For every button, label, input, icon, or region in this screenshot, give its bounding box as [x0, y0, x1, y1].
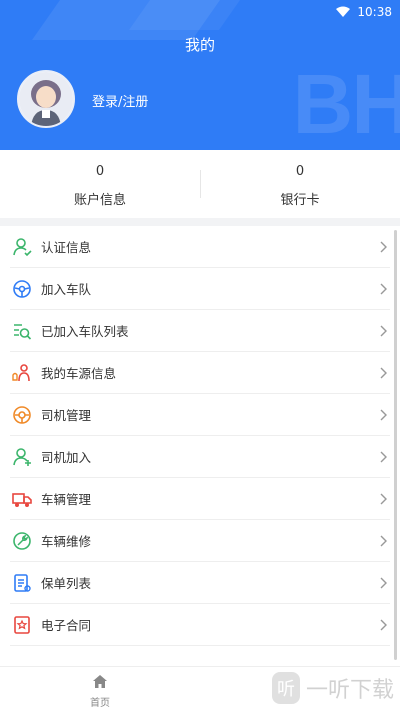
chevron-right-icon	[380, 451, 387, 463]
wifi-icon	[336, 6, 351, 17]
status-time: 10:38	[357, 5, 392, 19]
menu-item-vehicle-repair[interactable]: 车辆维修	[10, 520, 390, 562]
menu-item-driver-join[interactable]: 司机加入	[10, 436, 390, 478]
chevron-right-icon	[380, 619, 387, 631]
menu-item-vehicle-management[interactable]: 车辆管理	[10, 478, 390, 520]
contract-icon	[14, 615, 30, 634]
menu-item-label: 司机加入	[41, 450, 92, 465]
page-title: 我的	[184, 36, 215, 54]
steering-wheel-icon	[13, 279, 31, 298]
chevron-right-icon	[380, 577, 387, 589]
list-search-icon	[14, 323, 32, 340]
document-list-icon	[14, 573, 31, 592]
menu-list: 认证信息 加入车队 已加入车队列表 我的车源信息 司机管理 司机加入 车辆管理 …	[0, 226, 400, 666]
menu-item-label: 司机管理	[41, 408, 92, 423]
menu-item-label: 我的车源信息	[41, 366, 117, 381]
chevron-right-icon	[380, 367, 387, 379]
menu-item-joined-fleets[interactable]: 已加入车队列表	[10, 310, 390, 352]
watermark: 听 一听下载	[271, 672, 394, 704]
menu-item-certification[interactable]: 认证信息	[10, 226, 390, 268]
login-register-link[interactable]: 登录/注册	[92, 91, 148, 110]
car-source-icon	[12, 363, 30, 381]
person-check-icon	[13, 237, 32, 256]
scrollbar[interactable]	[394, 230, 397, 660]
menu-item-label: 电子合同	[41, 618, 92, 633]
chevron-right-icon	[380, 535, 387, 547]
brand-watermark-logo: BH	[292, 57, 400, 150]
menu-item-label: 保单列表	[41, 576, 92, 591]
menu-item-label: 已加入车队列表	[41, 324, 129, 339]
bank-card-label: 银行卡	[280, 193, 320, 208]
bank-card-value: 0	[295, 164, 305, 179]
bank-card-stat[interactable]: 0 银行卡	[200, 150, 400, 218]
chevron-right-icon	[380, 325, 387, 337]
truck-icon	[12, 492, 32, 507]
home-icon	[93, 675, 107, 688]
avatar-icon	[19, 72, 73, 126]
menu-item-label: 加入车队	[41, 282, 92, 297]
menu-item-label: 车辆管理	[41, 492, 92, 507]
menu-item-join-fleet[interactable]: 加入车队	[10, 268, 390, 310]
account-info-value: 0	[95, 164, 105, 179]
watermark-logo: 听	[271, 672, 300, 704]
menu-item-e-contract[interactable]: 电子合同	[10, 604, 390, 646]
menu-item-driver-management[interactable]: 司机管理	[10, 394, 390, 436]
watermark-text: 一听下载	[305, 678, 394, 703]
stats-divider	[200, 170, 201, 198]
chevron-right-icon	[380, 241, 387, 253]
status-bar: 10:38	[335, 0, 392, 24]
profile-header: BH 10:38 我的 登录/注册	[0, 0, 400, 150]
wrench-icon	[13, 531, 31, 550]
chevron-right-icon	[380, 409, 387, 421]
person-add-icon	[13, 447, 31, 466]
avatar[interactable]	[17, 70, 75, 128]
menu-item-label: 认证信息	[41, 240, 92, 255]
menu-item-policy-list[interactable]: 保单列表	[10, 562, 390, 604]
chevron-right-icon	[380, 493, 387, 505]
account-info-label: 账户信息	[73, 193, 126, 208]
tab-home[interactable]: 首页	[80, 673, 120, 709]
chevron-right-icon	[380, 283, 387, 295]
account-info-stat[interactable]: 0 账户信息	[0, 150, 200, 218]
menu-item-label: 车辆维修	[41, 534, 92, 549]
steering-circle-icon	[13, 405, 31, 424]
menu-item-my-car-source[interactable]: 我的车源信息	[10, 352, 390, 394]
tab-home-label: 首页	[90, 698, 110, 709]
header-decoration	[128, 0, 262, 30]
